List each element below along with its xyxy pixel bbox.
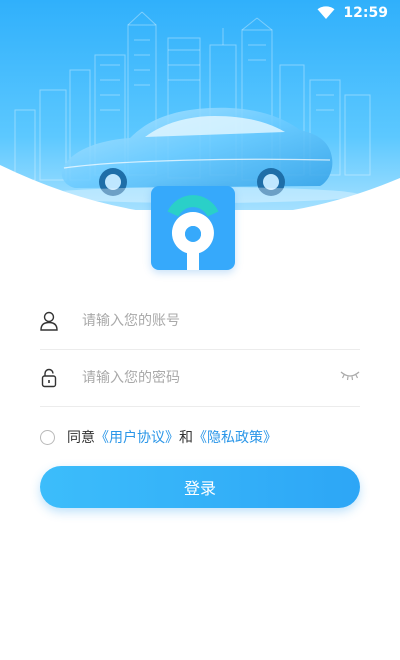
privacy-policy-link[interactable]: 《隐私政策》 bbox=[193, 427, 277, 447]
eye-closed-icon[interactable] bbox=[340, 367, 360, 381]
password-input[interactable] bbox=[82, 370, 322, 386]
password-field bbox=[40, 350, 360, 407]
app-logo bbox=[151, 186, 235, 270]
user-icon bbox=[40, 310, 58, 332]
account-field bbox=[40, 293, 360, 350]
agreement-row: 同意 《用户协议》 和 《隐私政策》 bbox=[40, 426, 277, 448]
wifi-icon bbox=[317, 6, 335, 20]
agreement-checkbox[interactable] bbox=[40, 429, 55, 445]
agreement-and: 和 bbox=[179, 430, 193, 446]
status-time: 12:59 bbox=[343, 5, 388, 21]
user-agreement-link[interactable]: 《用户协议》 bbox=[95, 427, 179, 447]
account-input[interactable] bbox=[82, 313, 322, 329]
hero-banner bbox=[0, 0, 400, 210]
status-bar: 12:59 bbox=[0, 0, 400, 26]
lock-icon bbox=[40, 367, 58, 389]
hero-illustration bbox=[0, 0, 400, 210]
login-button[interactable]: 登录 bbox=[40, 466, 360, 508]
agreement-prefix: 同意 bbox=[67, 430, 95, 446]
